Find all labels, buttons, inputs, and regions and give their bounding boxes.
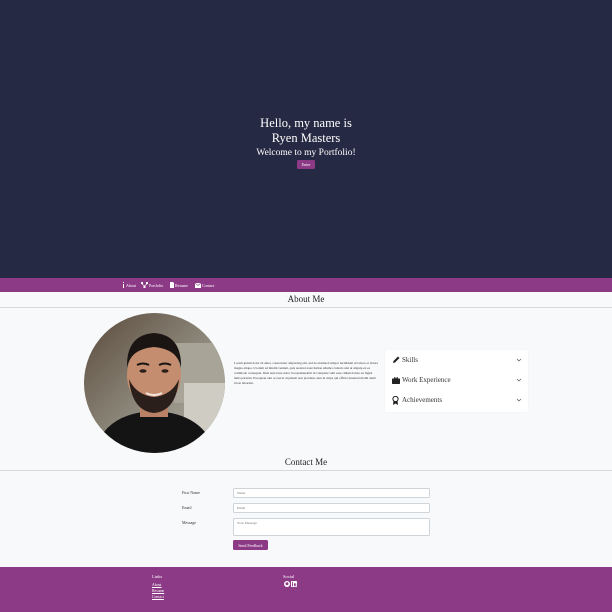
nav-label: About [126,282,136,288]
hero-section: Hello, my name is Ryen Masters Welcome t… [0,0,612,278]
footer-link-about[interactable]: About [152,583,162,587]
nav-label: Resume [175,282,188,288]
footer-links-heading: Links [152,574,163,579]
nav-label: Portfolio [149,282,164,288]
first-name-label: First Name [182,490,200,495]
footer-link-resume[interactable]: Resume [152,589,164,593]
github-icon[interactable] [284,581,290,587]
enter-button[interactable]: Enter [297,160,315,169]
linkedin-icon[interactable] [291,581,297,587]
skills-accordion: Skills Work Experience Achievements [385,350,528,412]
hero-name: Ryen Masters [271,131,341,145]
footer-link-contact[interactable]: Contact [152,595,164,599]
message-label: Message [182,520,196,525]
nav-label: Contact [202,282,215,288]
contact-title: Contact Me [284,457,328,467]
nav-item-portfolio[interactable]: Portfolio [141,278,163,292]
pencil-icon [391,356,400,365]
first-name-input[interactable] [233,488,430,498]
accordion-item-achievements[interactable]: Achievements [385,390,528,410]
about-body-text: Lorem ipsum dolor sit amet, consectetur … [234,361,379,385]
accordion-label: Achievements [402,396,443,404]
accordion-item-skills[interactable]: Skills [385,350,528,370]
nav-item-resume[interactable]: Resume [170,278,188,292]
footer: Links About Resume Contact Social [0,567,612,612]
chevron-down-icon [516,378,522,382]
navbar: About Portfolio Resume Contact [0,278,612,292]
nav-item-about[interactable]: About [122,278,136,292]
profile-photo [84,313,225,453]
message-textarea[interactable] [233,518,430,536]
hero-welcome: Welcome to my Portfolio! [256,148,356,158]
chevron-down-icon [516,358,522,362]
chevron-down-icon [516,398,522,402]
about-title: About Me [287,294,325,304]
file-icon [170,282,174,288]
about-divider [0,307,612,308]
accordion-label: Work Experience [402,376,451,384]
sitemap-icon [141,282,148,288]
info-icon [123,282,124,288]
accordion-item-work-experience[interactable]: Work Experience [385,370,528,390]
award-icon [391,395,400,405]
nav-item-contact[interactable]: Contact [195,278,214,292]
send-feedback-button[interactable]: Send Feedback [233,540,268,550]
footer-social-heading: Social [283,574,295,579]
hero-greeting: Hello, my name is [260,116,352,130]
email-input[interactable] [233,503,430,513]
accordion-label: Skills [402,356,418,364]
briefcase-icon [391,376,400,385]
contact-divider [0,470,612,471]
envelope-icon [195,282,201,288]
email-label: Email [182,505,192,510]
